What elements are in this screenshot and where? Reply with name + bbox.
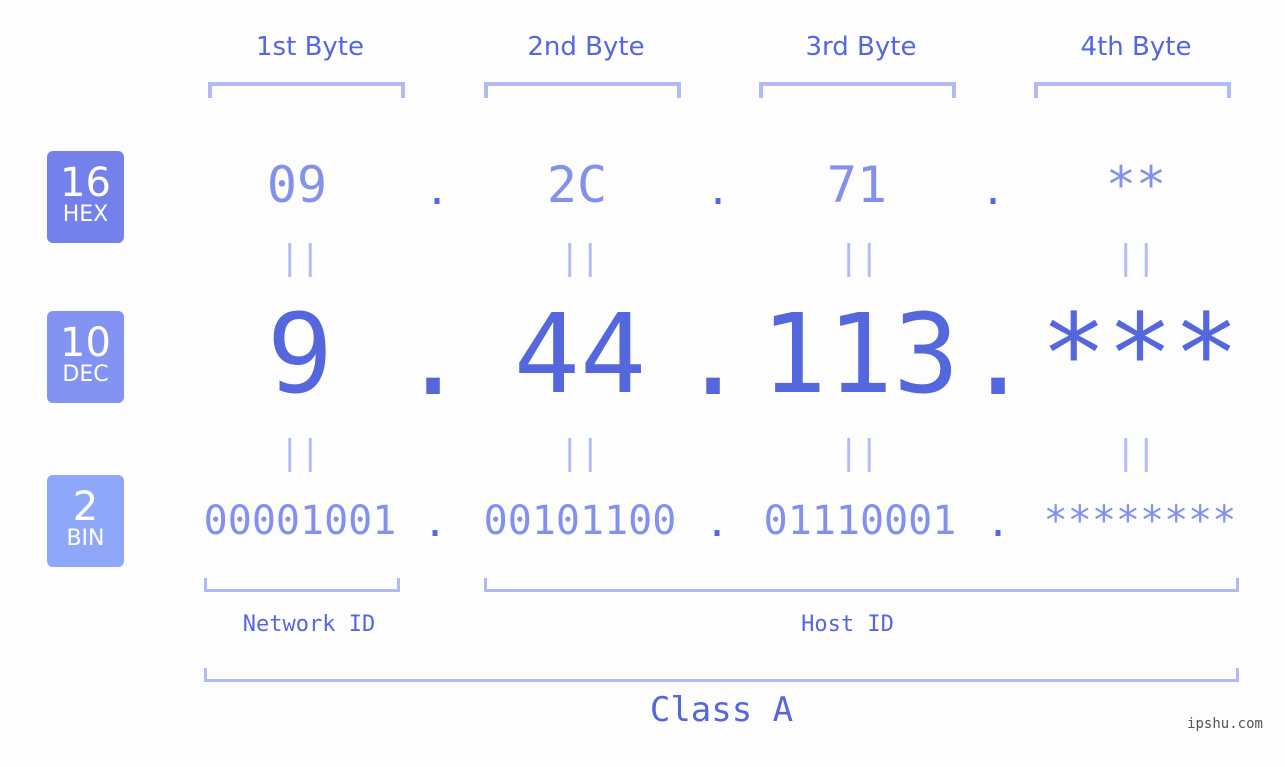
host-id-label: Host ID <box>801 612 894 637</box>
byte-header-4: 4th Byte <box>1080 32 1192 62</box>
hex-badge-label: HEX <box>62 202 109 227</box>
equals-hex-dec-1: || <box>279 238 321 278</box>
host-id-bracket <box>484 578 1239 592</box>
byte-header-3: 3rd Byte <box>805 32 917 62</box>
equals-hex-dec-2: || <box>559 238 601 278</box>
hex-byte-4: ** <box>1105 156 1167 214</box>
bin-separator-3: . <box>986 500 1011 546</box>
network-id-bracket <box>204 578 400 592</box>
bin-badge: 2 BIN <box>47 475 124 567</box>
equals-dec-bin-1: || <box>279 433 321 473</box>
byte-bracket-3 <box>759 82 956 98</box>
dec-badge-label: DEC <box>62 362 109 387</box>
bin-separator-1: . <box>423 500 448 546</box>
dec-badge-number: 10 <box>60 320 111 366</box>
bin-separator-2: . <box>705 500 730 546</box>
equals-hex-dec-3: || <box>838 238 880 278</box>
class-bracket <box>204 668 1239 682</box>
class-label: Class A <box>649 690 794 730</box>
dec-badge: 10 DEC <box>47 311 124 403</box>
dec-separator-3: . <box>965 292 1032 420</box>
hex-badge-number: 16 <box>60 160 111 206</box>
bin-badge-number: 2 <box>72 484 99 530</box>
bin-byte-4: ******** <box>1043 498 1237 544</box>
hex-byte-3: 71 <box>826 156 888 214</box>
equals-dec-bin-4: || <box>1115 433 1157 473</box>
dec-separator-1: . <box>400 292 467 420</box>
dec-byte-2: 44 <box>513 290 647 418</box>
hex-separator-1: . <box>425 168 450 214</box>
hex-separator-2: . <box>706 168 731 214</box>
dec-byte-3: 113 <box>760 290 960 418</box>
equals-hex-dec-4: || <box>1115 238 1157 278</box>
bin-byte-3: 01110001 <box>763 498 957 544</box>
hex-byte-1: 09 <box>266 156 328 214</box>
dec-byte-4: *** <box>1040 290 1240 418</box>
network-id-label: Network ID <box>242 612 376 637</box>
hex-separator-3: . <box>981 168 1006 214</box>
dec-byte-1: 9 <box>266 290 334 418</box>
bin-byte-2: 00101100 <box>483 498 677 544</box>
bin-byte-1: 00001001 <box>203 498 397 544</box>
equals-dec-bin-2: || <box>559 433 601 473</box>
dec-separator-2: . <box>680 292 747 420</box>
hex-badge: 16 HEX <box>47 151 124 243</box>
hex-byte-2: 2C <box>546 156 608 214</box>
byte-bracket-2 <box>484 82 681 98</box>
watermark: ipshu.com <box>1187 716 1263 732</box>
bin-badge-label: BIN <box>66 526 105 551</box>
byte-header-2: 2nd Byte <box>527 32 645 62</box>
byte-bracket-1 <box>208 82 405 98</box>
byte-header-1: 1st Byte <box>256 32 364 62</box>
byte-bracket-4 <box>1034 82 1231 98</box>
equals-dec-bin-3: || <box>838 433 880 473</box>
